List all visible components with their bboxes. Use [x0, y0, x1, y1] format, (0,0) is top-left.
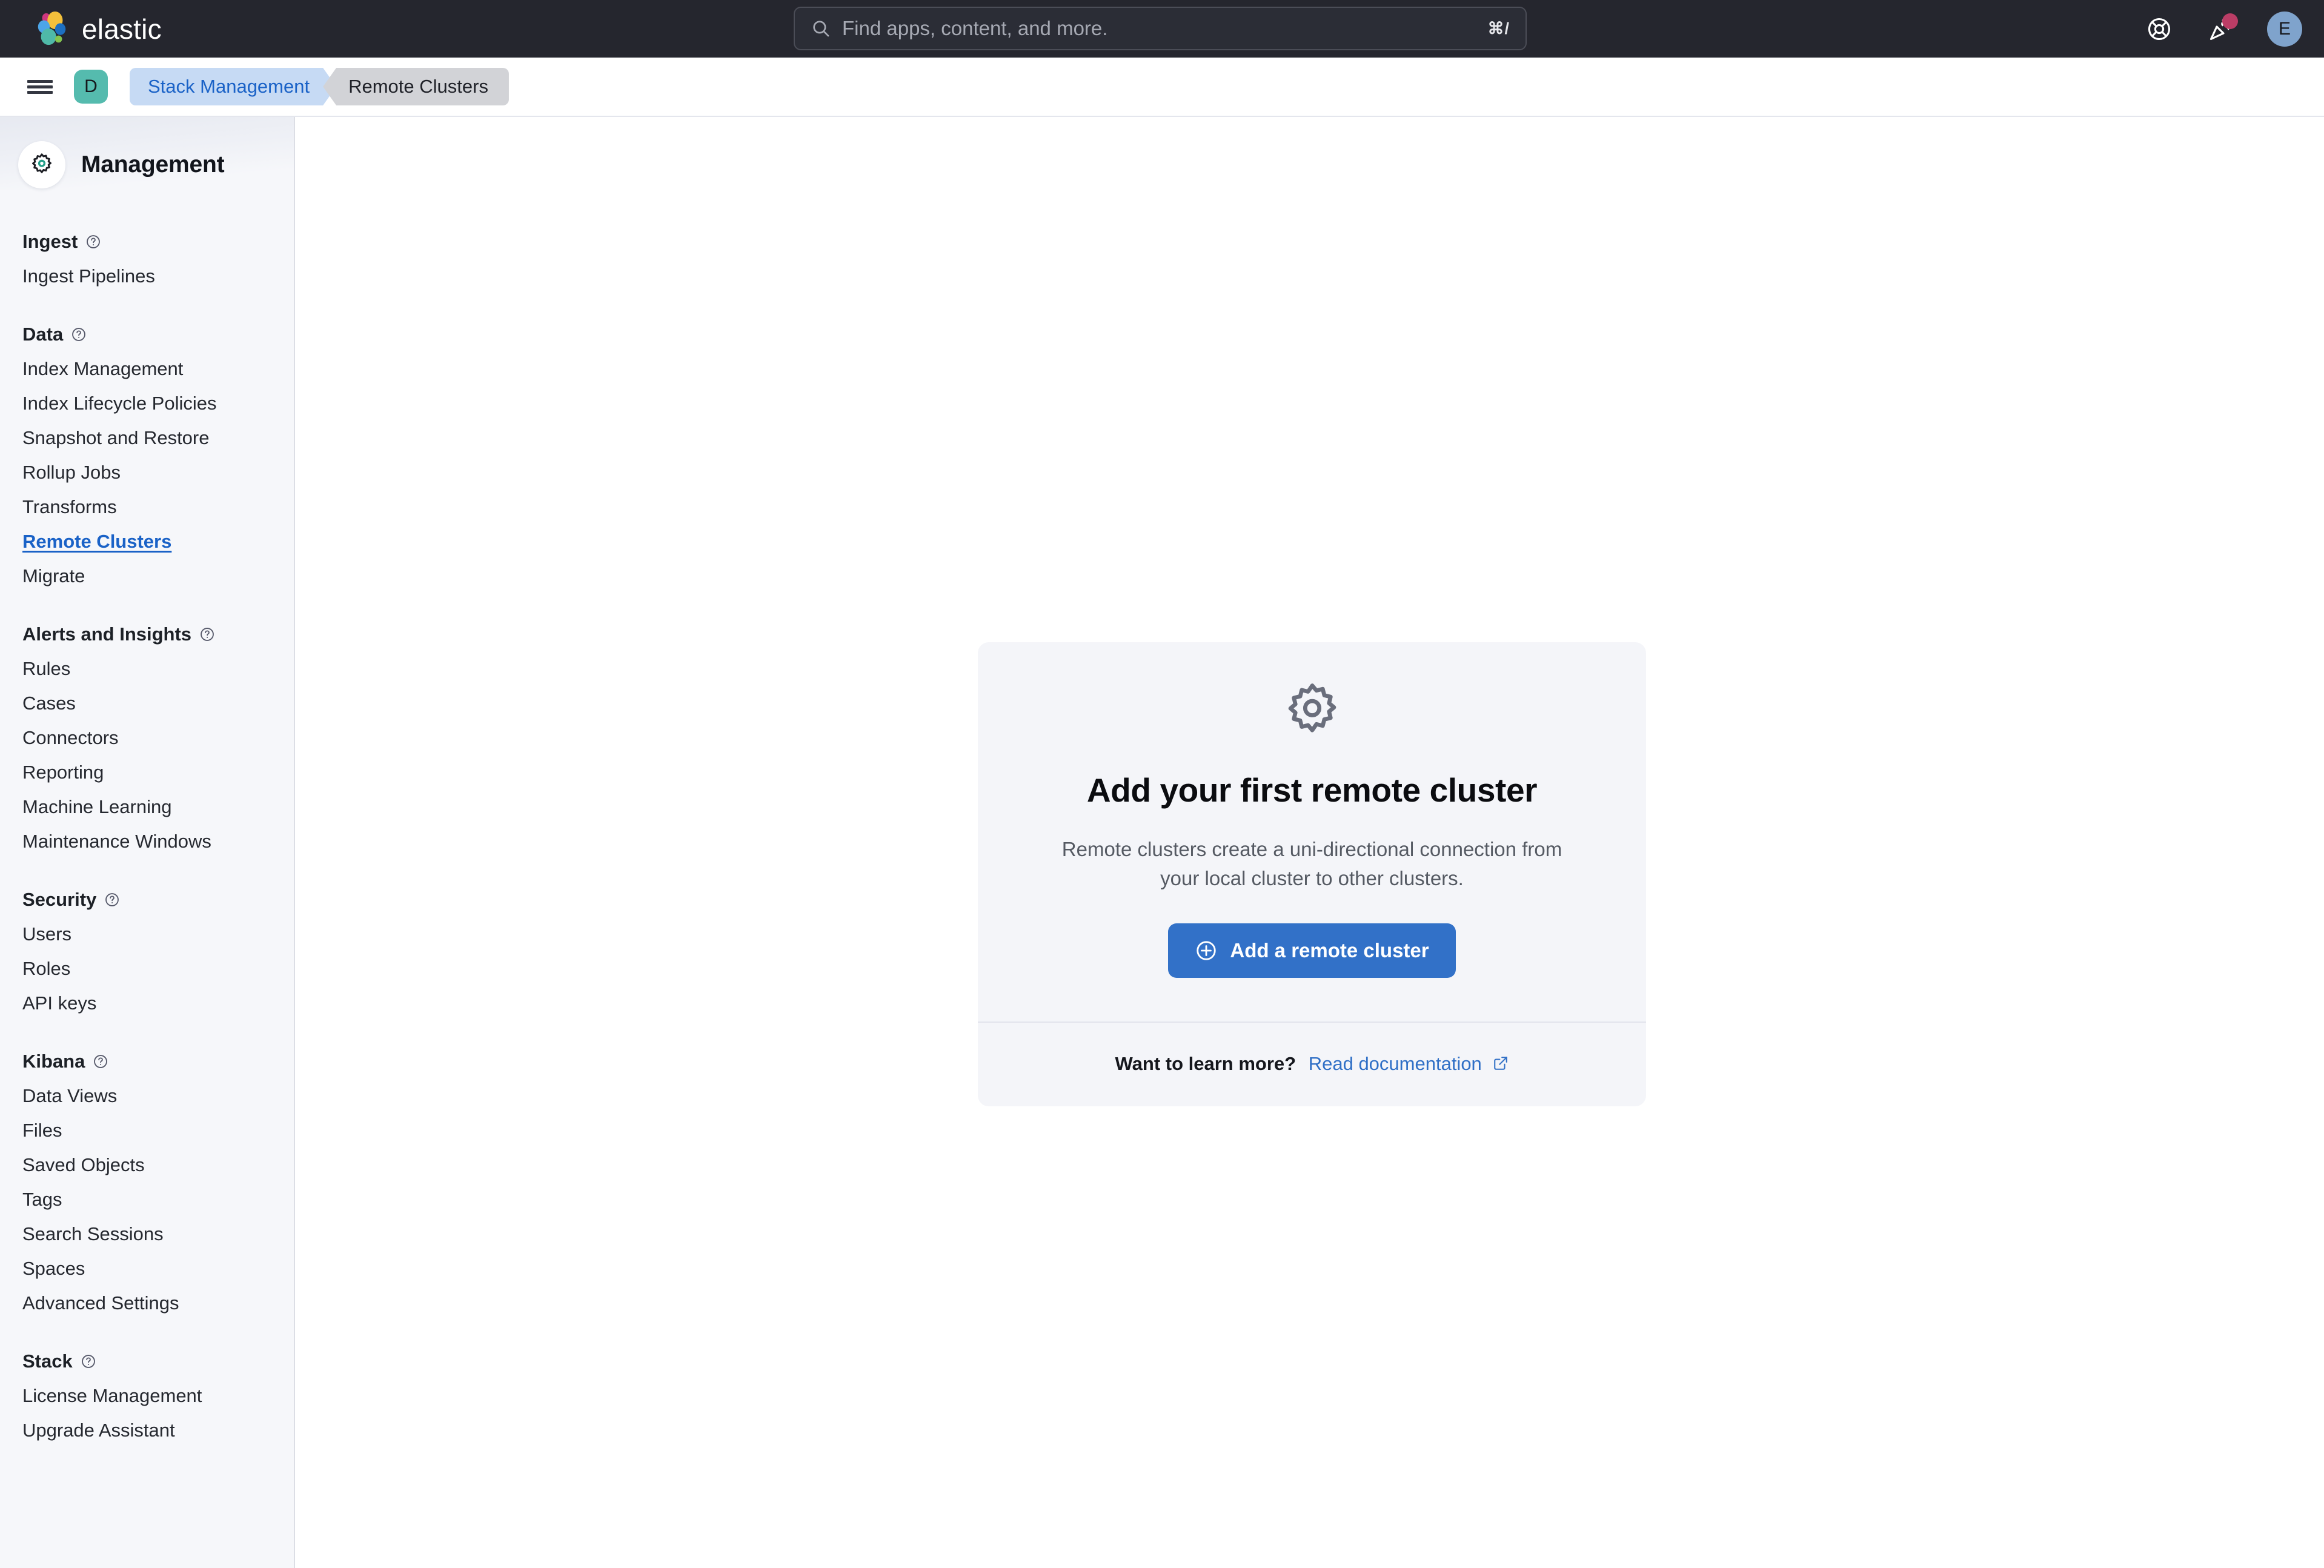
sidebar-group-spacer	[0, 1326, 294, 1344]
empty-state-description: Remote clusters create a uni-directional…	[1061, 838, 1562, 889]
global-search[interactable]: Find apps, content, and more. ⌘/	[794, 7, 1527, 50]
sidebar-group-title: Ingest	[0, 225, 294, 259]
sidebar-item-maintenance-windows[interactable]: Maintenance Windows	[0, 824, 294, 859]
sidebar-item-data-views[interactable]: Data Views	[0, 1078, 294, 1113]
help-circle-icon	[105, 893, 119, 906]
notification-badge	[2222, 13, 2238, 29]
help-circle-icon	[94, 1055, 108, 1068]
sidebar-item-reporting[interactable]: Reporting	[0, 755, 294, 789]
sidebar-item-upgrade-assistant[interactable]: Upgrade Assistant	[0, 1413, 294, 1447]
sidebar-item-index-lifecycle-policies[interactable]: Index Lifecycle Policies	[0, 386, 294, 420]
sidebar-item-tags[interactable]: Tags	[0, 1182, 294, 1217]
global-search-box[interactable]: Find apps, content, and more. ⌘/	[794, 7, 1527, 50]
sidebar-nav: Ingest Ingest Pipelines Data Index Manageme…	[0, 225, 294, 1447]
main-content: Add your first remote cluster Remote clu…	[296, 117, 2324, 1568]
sidebar-group-title: Alerts and Insights	[0, 617, 294, 651]
sidebar-item-migrate[interactable]: Migrate	[0, 559, 294, 593]
external-link-icon	[1494, 1056, 1508, 1070]
breadcrumb-item-stack-management[interactable]: Stack Management	[130, 68, 336, 105]
add-remote-cluster-button[interactable]: Add a remote cluster	[1168, 923, 1456, 978]
sidebar-item-machine-learning[interactable]: Machine Learning	[0, 789, 294, 824]
sidebar-item-snapshot-and-restore[interactable]: Snapshot and Restore	[0, 420, 294, 455]
sidebar-group-title: Kibana	[0, 1045, 294, 1078]
user-avatar[interactable]: E	[2267, 11, 2302, 47]
empty-state-title: Add your first remote cluster	[1086, 771, 1538, 809]
sidebar-group: Alerts and Insights Rules Cases Connectors R…	[0, 617, 294, 859]
search-icon	[813, 21, 829, 37]
sidebar-item-remote-clusters[interactable]: Remote Clusters	[0, 524, 294, 559]
sidebar-item-rollup-jobs[interactable]: Rollup Jobs	[0, 455, 294, 490]
sidebar-item-connectors[interactable]: Connectors	[0, 720, 294, 755]
help-circle-icon	[87, 235, 101, 248]
sidebar-group-label: Ingest	[22, 231, 78, 252]
sidebar-group-spacer	[0, 865, 294, 883]
sidebar-item-files[interactable]: Files	[0, 1113, 294, 1148]
brand-name: elastic	[82, 13, 162, 45]
help-circle-icon	[201, 628, 214, 641]
sidebar-group: Ingest Ingest Pipelines	[0, 225, 294, 293]
lifebuoy-icon	[2148, 18, 2171, 40]
sidebar-item-api-keys[interactable]: API keys	[0, 986, 294, 1020]
empty-state-panel: Add your first remote cluster Remote clu…	[978, 642, 1646, 1106]
brand-home-link[interactable]: elastic	[33, 10, 162, 48]
breadcrumb: Stack Management Remote Clusters	[130, 68, 509, 105]
sidebar: Management Ingest Ingest Pipelines Data Ind…	[0, 117, 295, 1568]
global-header: elastic Find apps, content, and more. ⌘/	[0, 0, 2324, 58]
search-shortcut-badge: ⌘/	[1487, 19, 1510, 38]
management-gear-badge	[18, 141, 65, 188]
header-actions: E	[2143, 0, 2302, 58]
empty-state-body: Add your first remote cluster Remote clu…	[978, 642, 1646, 1022]
sidebar-group-label: Kibana	[22, 1051, 85, 1072]
news-button[interactable]	[2205, 13, 2238, 45]
sidebar-group: Security Users Roles API keys	[0, 883, 294, 1020]
sidebar-group-label: Alerts and Insights	[22, 623, 192, 645]
gear-icon	[1288, 683, 1336, 733]
sidebar-group-spacer	[0, 599, 294, 617]
empty-state-footer: Want to learn more? Read documentation	[978, 1021, 1646, 1106]
sidebar-group-title: Stack	[0, 1344, 294, 1378]
gear-icon	[32, 153, 51, 173]
plus-circle-icon	[1197, 941, 1217, 960]
sidebar-item-cases[interactable]: Cases	[0, 686, 294, 720]
elastic-logo-icon	[38, 11, 66, 45]
sidebar-group-title: Data	[0, 317, 294, 351]
add-remote-cluster-label: Add a remote cluster	[1230, 938, 1429, 962]
sidebar-group-label: Security	[22, 889, 97, 910]
hamburger-menu-icon[interactable]	[17, 64, 63, 110]
breadcrumb-item-remote-clusters[interactable]: Remote Clusters	[323, 68, 509, 105]
sidebar-group: Stack License Management Upgrade Assistant	[0, 1344, 294, 1447]
sidebar-group-title: Security	[0, 883, 294, 917]
help-circle-icon	[81, 1355, 95, 1368]
breadcrumb-bar: D Stack Management Remote Clusters	[0, 58, 2324, 117]
help-button[interactable]	[2143, 13, 2175, 45]
sidebar-item-advanced-settings[interactable]: Advanced Settings	[0, 1286, 294, 1320]
sidebar-group: Kibana Data Views Files Saved Objects Tags Se…	[0, 1045, 294, 1320]
sidebar-group: Data Index Management Index Lifecycle Poli…	[0, 317, 294, 593]
sidebar-group-spacer	[0, 299, 294, 317]
search-input[interactable]: Find apps, content, and more.	[842, 17, 1476, 40]
sidebar-item-saved-objects[interactable]: Saved Objects	[0, 1148, 294, 1182]
read-documentation-label: Read documentation	[1308, 1052, 1482, 1074]
sidebar-group-label: Stack	[22, 1350, 73, 1372]
sidebar-item-rules[interactable]: Rules	[0, 651, 294, 686]
sidebar-item-index-management[interactable]: Index Management	[0, 351, 294, 386]
sidebar-item-license-management[interactable]: License Management	[0, 1378, 294, 1413]
help-circle-icon	[72, 328, 86, 341]
page-title: Management	[81, 151, 225, 178]
sidebar-item-transforms[interactable]: Transforms	[0, 490, 294, 524]
sidebar-group-label: Data	[22, 324, 64, 345]
sidebar-header: Management	[0, 141, 294, 188]
menu-bars	[27, 78, 53, 96]
sidebar-item-spaces[interactable]: Spaces	[0, 1251, 294, 1286]
sidebar-group-spacer	[0, 1026, 294, 1045]
read-documentation-link[interactable]: Read documentation	[1309, 1053, 1482, 1074]
sidebar-item-roles[interactable]: Roles	[0, 951, 294, 986]
sidebar-item-search-sessions[interactable]: Search Sessions	[0, 1217, 294, 1251]
space-avatar[interactable]: D	[74, 70, 108, 104]
sidebar-item-users[interactable]: Users	[0, 917, 294, 951]
sidebar-item-ingest-pipelines[interactable]: Ingest Pipelines	[0, 259, 294, 293]
learn-more-question: Want to learn more?	[1115, 1052, 1296, 1074]
